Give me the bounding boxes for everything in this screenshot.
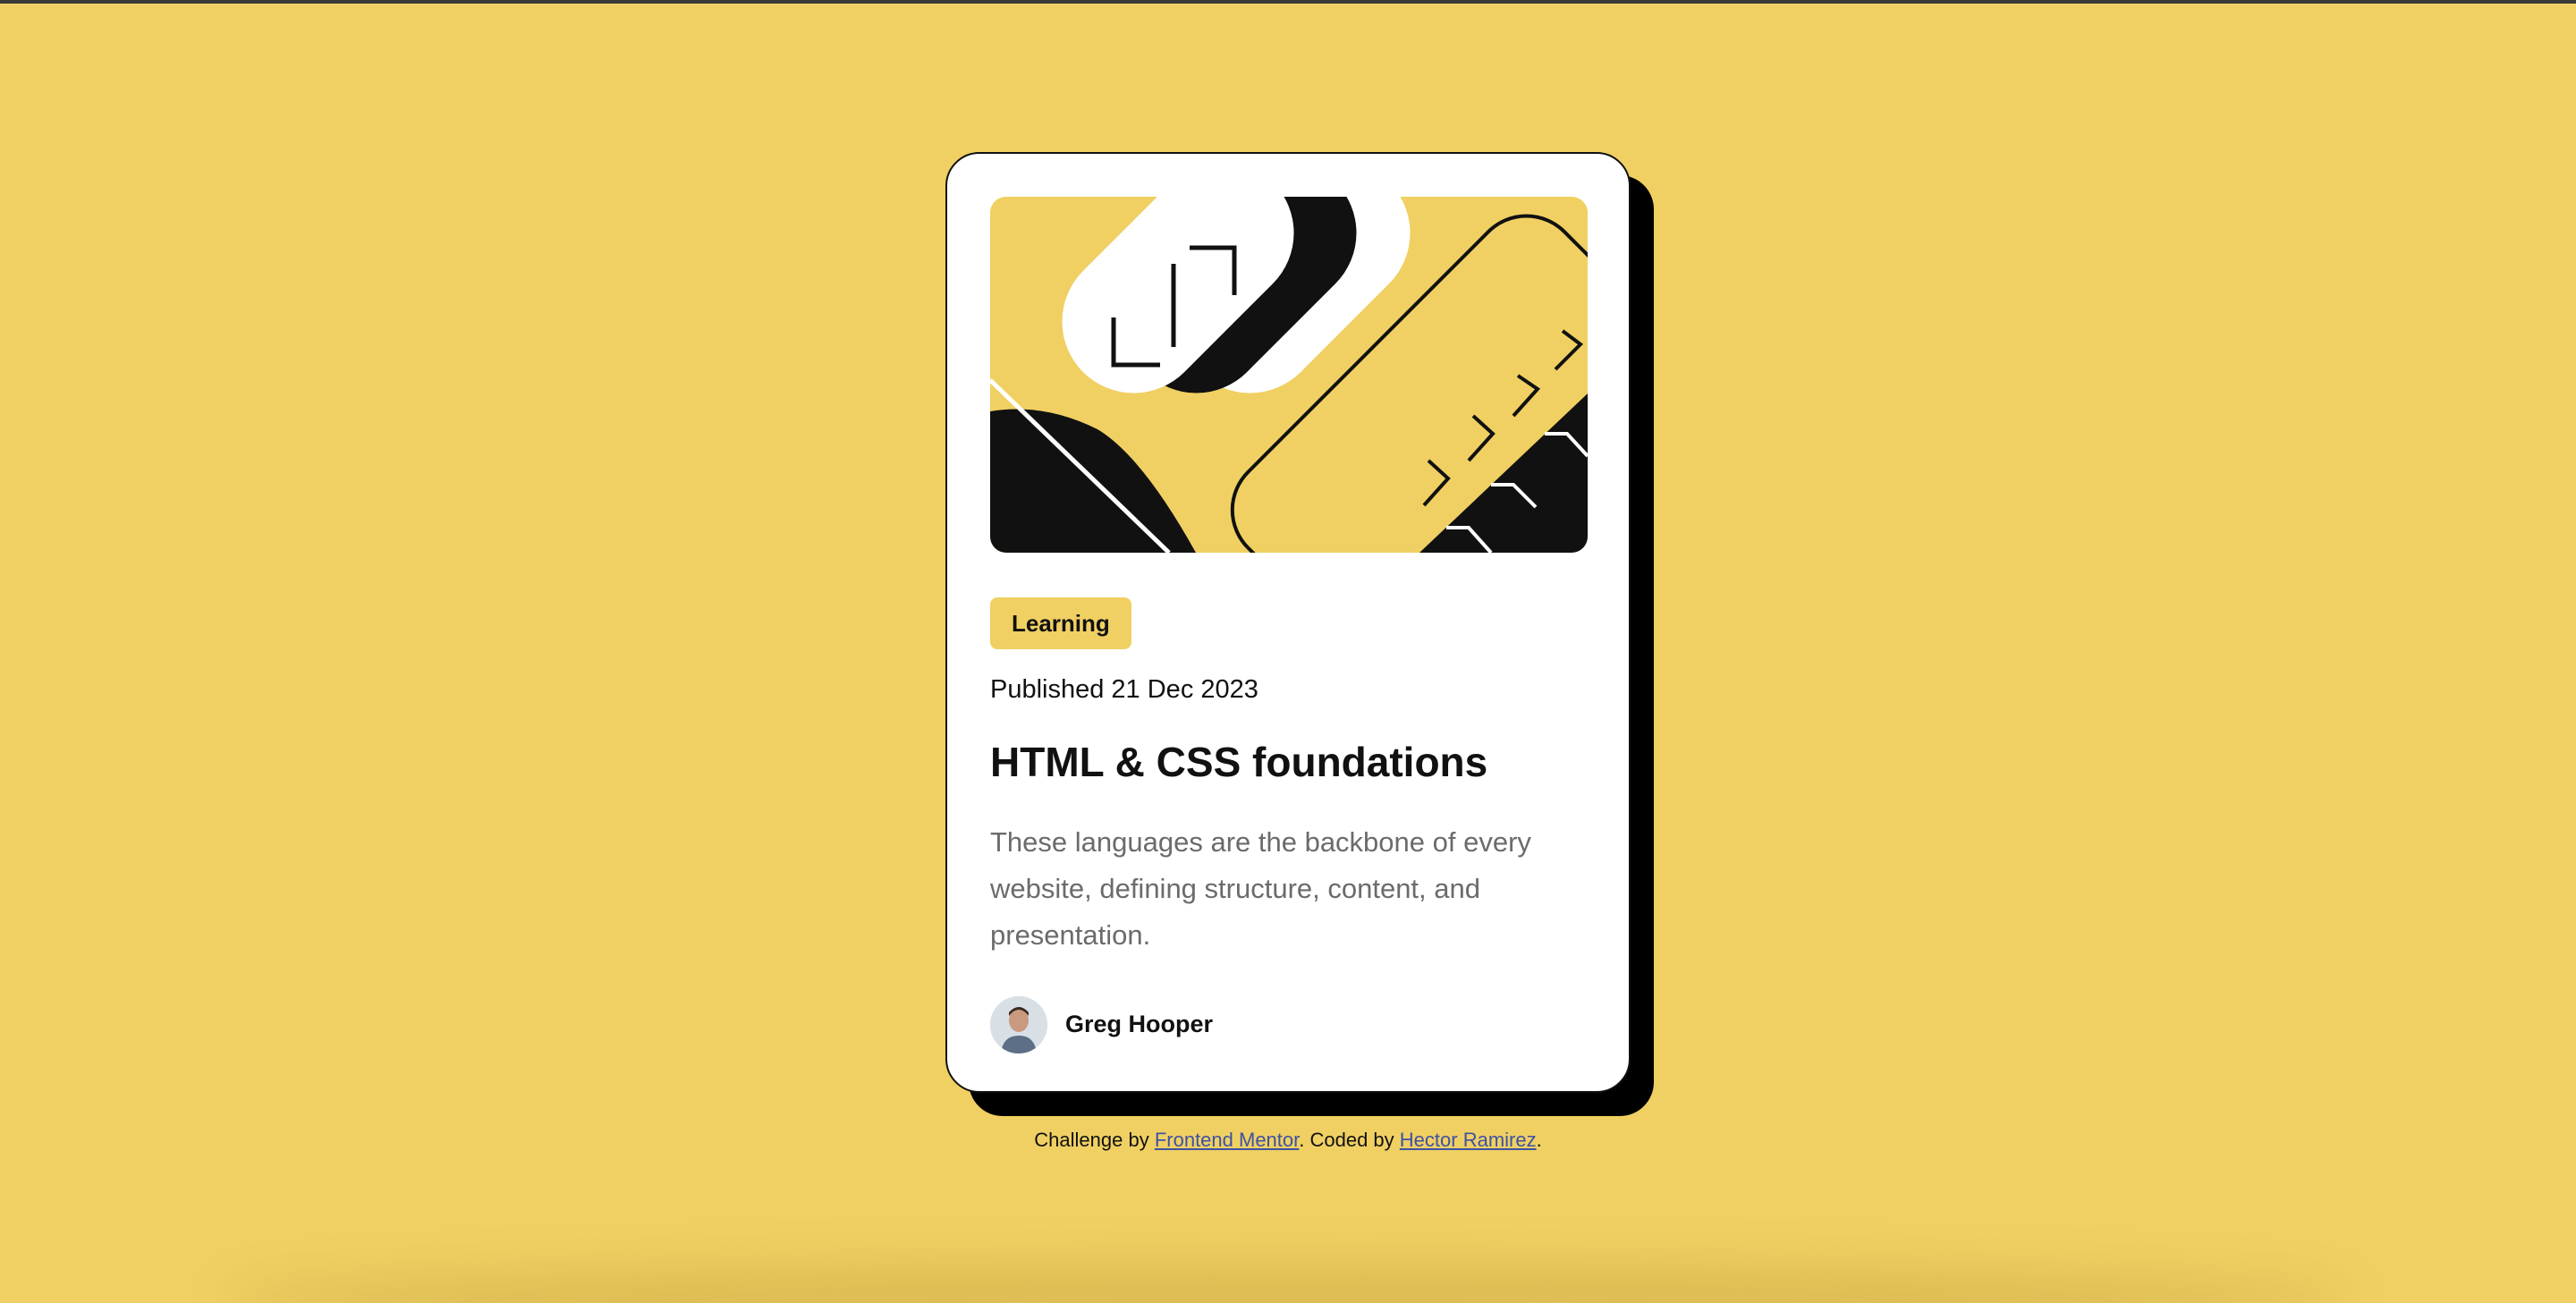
attribution: Challenge by Frontend Mentor. Coded by H… <box>0 1129 2576 1152</box>
attribution-suffix: . <box>1536 1129 1542 1151</box>
attribution-prefix: Challenge by <box>1034 1129 1155 1151</box>
frontend-mentor-link[interactable]: Frontend Mentor <box>1155 1129 1299 1151</box>
blog-preview-card: Learning Published 21 Dec 2023 HTML & CS… <box>945 152 1631 1093</box>
article-illustration <box>990 197 1588 553</box>
avatar <box>990 995 1047 1053</box>
author-row: Greg Hooper <box>990 995 1586 1053</box>
illustration-art <box>990 197 1588 553</box>
attribution-middle: . Coded by <box>1299 1129 1400 1151</box>
article-title[interactable]: HTML & CSS foundations <box>990 738 1586 787</box>
published-date: Published 21 Dec 2023 <box>990 675 1258 704</box>
window-top-border <box>0 0 2576 4</box>
category-tag: Learning <box>990 597 1131 649</box>
avatar-photo-icon <box>990 995 1047 1053</box>
author-link[interactable]: Hector Ramirez <box>1400 1129 1537 1151</box>
article-description: These languages are the backbone of ever… <box>990 825 1531 951</box>
bottom-shadow <box>224 1267 2352 1303</box>
author-name: Greg Hooper <box>1065 1011 1214 1038</box>
